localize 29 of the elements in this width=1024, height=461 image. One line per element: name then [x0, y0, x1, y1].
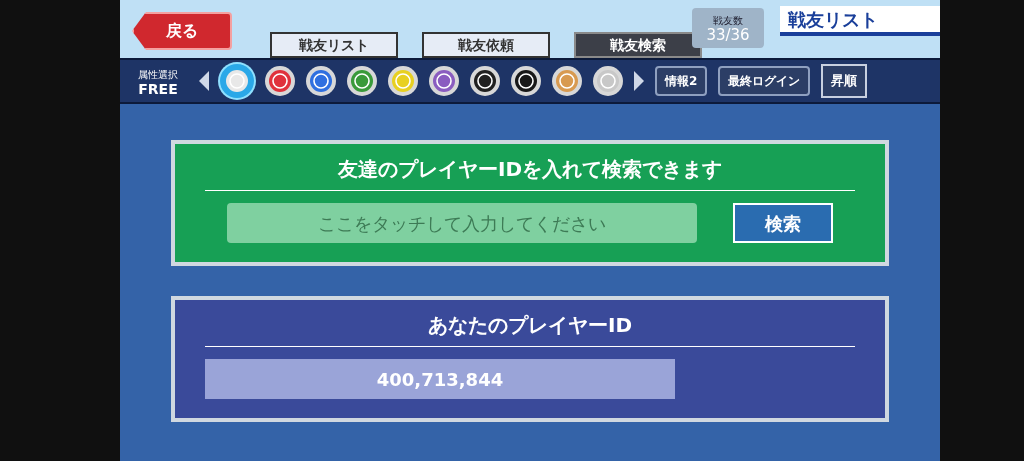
filter-label: 属性選択: [138, 67, 178, 82]
player-id-value: 400,713,844: [376, 367, 504, 392]
player-id-input[interactable]: ここをタッチして入力してください: [227, 203, 697, 243]
attribute-icon[interactable]: [429, 66, 459, 96]
left-arrow-icon[interactable]: [199, 71, 209, 91]
player-id-title: あなたのプレイヤーID: [205, 310, 855, 347]
tab[interactable]: 戦友検索: [574, 32, 702, 58]
tab[interactable]: 戦友依頼: [422, 32, 550, 58]
tab[interactable]: 戦友リスト: [270, 32, 398, 58]
attribute-icon[interactable]: [306, 66, 336, 96]
filter-button[interactable]: 情報2: [655, 66, 708, 96]
attribute-icon[interactable]: [220, 64, 254, 98]
page-title: 戦友リスト: [788, 7, 878, 32]
friend-count-label: 戦友数: [713, 14, 743, 28]
attribute-icon[interactable]: [265, 66, 295, 96]
sort-button[interactable]: 昇順: [821, 64, 868, 98]
attribute-icon[interactable]: [470, 66, 500, 96]
search-title: 友達のプレイヤーIDを入れて検索できます: [205, 154, 855, 191]
search-button[interactable]: 検索: [733, 203, 833, 243]
filter-value: FREE: [138, 81, 178, 96]
attribute-icon[interactable]: [552, 66, 582, 96]
attribute-icon[interactable]: [511, 66, 541, 96]
attribute-icon[interactable]: [347, 66, 377, 96]
right-arrow-icon[interactable]: [634, 71, 644, 91]
attribute-icon[interactable]: [593, 66, 623, 96]
filter-button[interactable]: 最終ログイン: [718, 66, 811, 96]
friend-count: 33/36: [706, 28, 750, 43]
back-button[interactable]: 戻る: [132, 12, 232, 50]
attribute-icon[interactable]: [388, 66, 418, 96]
